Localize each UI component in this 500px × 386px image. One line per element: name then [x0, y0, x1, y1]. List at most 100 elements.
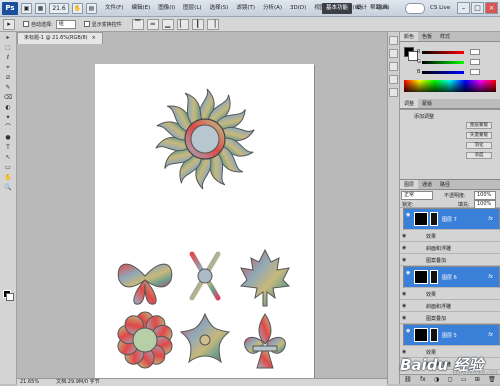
tool-9-icon[interactable]: ⌒	[3, 123, 14, 132]
opacity-input[interactable]: 100%	[474, 191, 496, 200]
layers-footer-button-1-icon[interactable]: fx	[420, 375, 426, 384]
hand-tool-button[interactable]: ✋	[72, 2, 83, 14]
menu-item-4[interactable]: 选择(S)	[206, 0, 233, 17]
status-zoom[interactable]: 21.65%	[17, 379, 39, 386]
search-field[interactable]	[405, 3, 425, 14]
tool-14-icon[interactable]: ✋	[3, 173, 14, 182]
tab-swatches[interactable]: 色板	[418, 32, 436, 41]
document-tab[interactable]: 未标题-1 @ 21.6%(RGB/8) ×	[17, 32, 103, 44]
canvas[interactable]	[95, 64, 314, 386]
properties-icon[interactable]	[389, 49, 398, 58]
character-icon[interactable]	[389, 88, 398, 97]
tool-1-icon[interactable]: ⬚	[3, 43, 14, 52]
layer-row[interactable]: ◉ 图层 5 fx	[403, 324, 500, 346]
view-extras-button[interactable]: ▦	[35, 2, 46, 14]
tab-styles[interactable]: 样式	[436, 32, 454, 41]
fx-icon[interactable]: fx	[488, 216, 493, 223]
feather-button[interactable]: 羽化	[466, 142, 492, 149]
layer-effect-row[interactable]: ◉ 图案叠加	[400, 312, 500, 324]
blue-slider[interactable]	[422, 71, 464, 74]
brush-icon[interactable]	[389, 62, 398, 71]
tool-11-icon[interactable]: T	[3, 143, 14, 152]
menu-item-6[interactable]: 分析(A)	[259, 0, 286, 17]
tab-paths[interactable]: 路径	[436, 180, 454, 189]
visibility-eye-icon[interactable]: ◉	[406, 328, 412, 334]
layer-effect-row[interactable]: ◉ 斜面和浮雕	[400, 300, 500, 312]
tool-8-icon[interactable]: ✦	[3, 113, 14, 122]
green-slider[interactable]	[422, 61, 464, 64]
layers-footer-button-6-icon[interactable]: 🗑	[488, 375, 496, 384]
history-icon[interactable]	[389, 36, 398, 45]
visibility-eye-icon[interactable]: ◉	[402, 303, 408, 309]
menu-item-2[interactable]: 图像(I)	[154, 0, 179, 17]
layer-mask-button[interactable]: 图层蒙版	[466, 122, 492, 129]
auto-select-checkbox[interactable]	[23, 21, 29, 27]
tab-layers[interactable]: 图层	[400, 180, 419, 189]
menu-item-5[interactable]: 滤镜(T)	[232, 0, 259, 17]
minimize-button[interactable]: –	[457, 2, 470, 14]
background-color-swatch[interactable]	[6, 293, 14, 301]
layer-effect-row[interactable]: ◉ 斜面和浮雕	[400, 242, 500, 254]
blend-mode-dropdown[interactable]: 正常	[401, 191, 433, 200]
tool-6-icon[interactable]: ⌫	[3, 93, 14, 102]
layer-effect-row[interactable]: ◉ 效果	[400, 230, 500, 242]
cs-live-button[interactable]: CS Live	[430, 3, 450, 14]
tool-3-icon[interactable]: ⌖	[3, 63, 14, 72]
tool-12-icon[interactable]: ↖	[3, 153, 14, 162]
menu-item-0[interactable]: 文件(F)	[101, 0, 127, 17]
tool-10-icon[interactable]: ●	[3, 133, 14, 142]
blue-value[interactable]	[470, 69, 480, 75]
green-value[interactable]	[470, 59, 480, 65]
tab-channels[interactable]: 通道	[418, 180, 436, 189]
tab-masks[interactable]: 蒙版	[418, 99, 436, 108]
tool-0-icon[interactable]: ▸	[3, 33, 14, 42]
tab-adjustments[interactable]: 调整	[400, 99, 419, 108]
close-tab-icon[interactable]: ×	[92, 35, 96, 41]
red-slider[interactable]	[422, 51, 464, 54]
layers-footer-button-3-icon[interactable]: ◻	[448, 375, 453, 384]
workspace-painting-button[interactable]: 绘画	[377, 3, 388, 14]
tool-15-icon[interactable]: 🔍	[3, 183, 14, 192]
tab-color[interactable]: 颜色	[400, 32, 419, 41]
menu-item-3[interactable]: 图层(L)	[179, 0, 205, 17]
color-ramp[interactable]	[404, 80, 496, 92]
layers-footer-button-2-icon[interactable]: ◑	[434, 375, 439, 384]
workspace-design-button[interactable]: 设计	[356, 3, 367, 14]
workspace-essentials-button[interactable]: 基本功能	[322, 3, 353, 14]
visibility-eye-icon[interactable]: ◉	[402, 315, 408, 321]
align-left-icon[interactable]: ▏	[176, 18, 189, 30]
tool-13-icon[interactable]: ▭	[3, 163, 14, 172]
layers-footer-button-4-icon[interactable]: ▭	[461, 375, 467, 384]
density-button[interactable]: 浓度	[466, 152, 492, 159]
layers-footer-button-5-icon[interactable]: ⊞	[475, 375, 480, 384]
tool-7-icon[interactable]: ◐	[3, 103, 14, 112]
tool-2-icon[interactable]: ℓ	[3, 53, 14, 62]
show-transform-checkbox[interactable]	[83, 21, 90, 27]
visibility-eye-icon[interactable]: ◉	[402, 233, 408, 239]
zoom-level-button[interactable]: 21.6	[49, 2, 69, 14]
close-button[interactable]: ×	[485, 2, 498, 14]
align-center-icon[interactable]: ┃	[191, 18, 204, 30]
layer-effect-row[interactable]: ◉ 图案叠加	[400, 254, 500, 266]
align-right-icon[interactable]: ▕	[206, 18, 219, 30]
align-middle-icon[interactable]: ═	[146, 18, 159, 30]
red-value[interactable]	[470, 49, 480, 55]
arrange-documents-button[interactable]: ▤	[86, 2, 97, 14]
visibility-eye-icon[interactable]: ◉	[402, 245, 408, 251]
visibility-eye-icon[interactable]: ◉	[402, 291, 408, 297]
menu-item-1[interactable]: 编辑(E)	[127, 0, 154, 17]
layer-row[interactable]: ◉ 图层 7 fx	[403, 208, 500, 230]
visibility-eye-icon[interactable]: ◉	[402, 257, 408, 263]
layers-footer-button-0-icon[interactable]: ⛓	[404, 375, 412, 384]
fx-icon[interactable]: fx	[488, 274, 493, 281]
layer-effect-row[interactable]: ◉ 效果	[400, 288, 500, 300]
menu-item-7[interactable]: 3D(D)	[286, 0, 310, 17]
visibility-eye-icon[interactable]: ◉	[406, 270, 412, 276]
tool-5-icon[interactable]: ✎	[3, 83, 14, 92]
tool-4-icon[interactable]: ⧄	[3, 73, 14, 82]
launch-bridge-button[interactable]: ▣	[21, 2, 32, 14]
fx-icon[interactable]: fx	[488, 332, 493, 339]
visibility-eye-icon[interactable]: ◉	[406, 212, 412, 218]
align-top-icon[interactable]: ▔	[131, 18, 144, 30]
clone-source-icon[interactable]	[389, 75, 398, 84]
